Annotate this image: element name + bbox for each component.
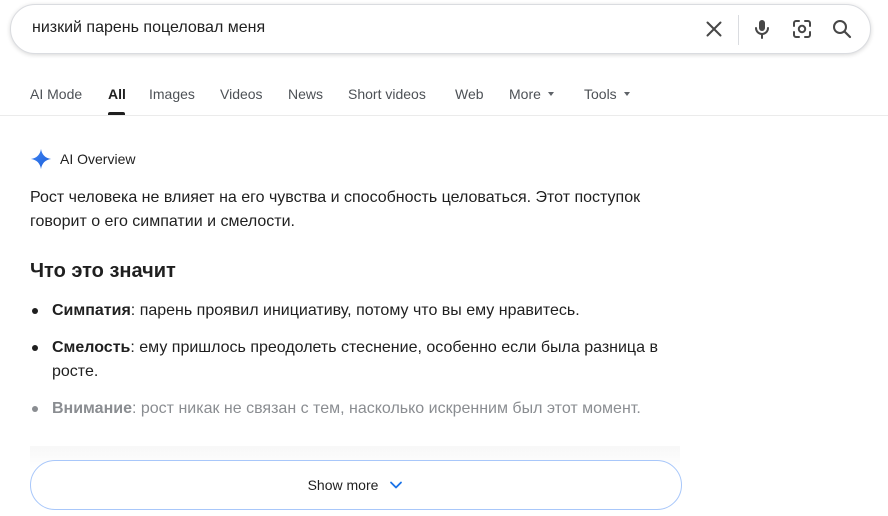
meaning-list: Симпатия: парень проявил инициативу, пот… (30, 299, 680, 434)
bullet-term: Внимание (52, 400, 132, 417)
tab-more[interactable]: More (509, 86, 554, 102)
section-heading: Что это значит (30, 260, 176, 282)
search-tabs: AI Mode All Images Videos News Short vid… (0, 74, 888, 116)
show-more-label: Show more (307, 477, 379, 493)
active-tab-indicator (108, 112, 125, 115)
tab-images[interactable]: Images (149, 86, 195, 102)
search-bar[interactable]: низкий парень поцеловал меня (10, 4, 871, 54)
tab-news[interactable]: News (288, 86, 323, 102)
caret-down-icon (547, 92, 554, 97)
search-input[interactable]: низкий парень поцеловал меня (32, 19, 265, 37)
bullet-text: : ему пришлось преодолеть стеснение, осо… (52, 339, 658, 380)
search-icon[interactable] (830, 17, 854, 41)
tab-more-label: More (509, 86, 541, 102)
tab-web[interactable]: Web (455, 86, 484, 102)
camera-lens-icon[interactable] (790, 17, 814, 41)
chevron-down-icon (390, 481, 403, 489)
list-item: Симпатия: парень проявил инициативу, пот… (30, 299, 680, 323)
bullet-term: Смелость (52, 339, 131, 356)
caret-down-icon (623, 92, 630, 97)
microphone-icon[interactable] (750, 17, 774, 41)
bullet-term: Симпатия (52, 302, 131, 319)
tab-all[interactable]: All (108, 86, 126, 102)
list-item: Смелость: ему пришлось преодолеть стесне… (30, 336, 680, 384)
tab-ai-mode[interactable]: AI Mode (30, 86, 82, 102)
ai-overview-header: AI Overview (30, 148, 135, 170)
bullet-text: : парень проявил инициативу, потому что … (130, 302, 580, 319)
tab-videos[interactable]: Videos (220, 86, 263, 102)
sparkle-icon (30, 148, 52, 170)
search-divider (738, 15, 739, 45)
tab-tools-label: Tools (584, 86, 617, 102)
show-more-button[interactable]: Show more (30, 460, 682, 510)
list-item: Внимание: рост никак не связан с тем, на… (30, 397, 680, 421)
ai-overview-summary: Рост человека не влияет на его чувства и… (30, 189, 641, 230)
bullet-text: : рост никак не связан с тем, насколько … (131, 400, 641, 417)
tab-short-videos[interactable]: Short videos (348, 86, 426, 102)
tab-tools[interactable]: Tools (584, 86, 630, 102)
ai-overview-title: AI Overview (60, 151, 136, 167)
close-icon[interactable] (702, 17, 726, 41)
